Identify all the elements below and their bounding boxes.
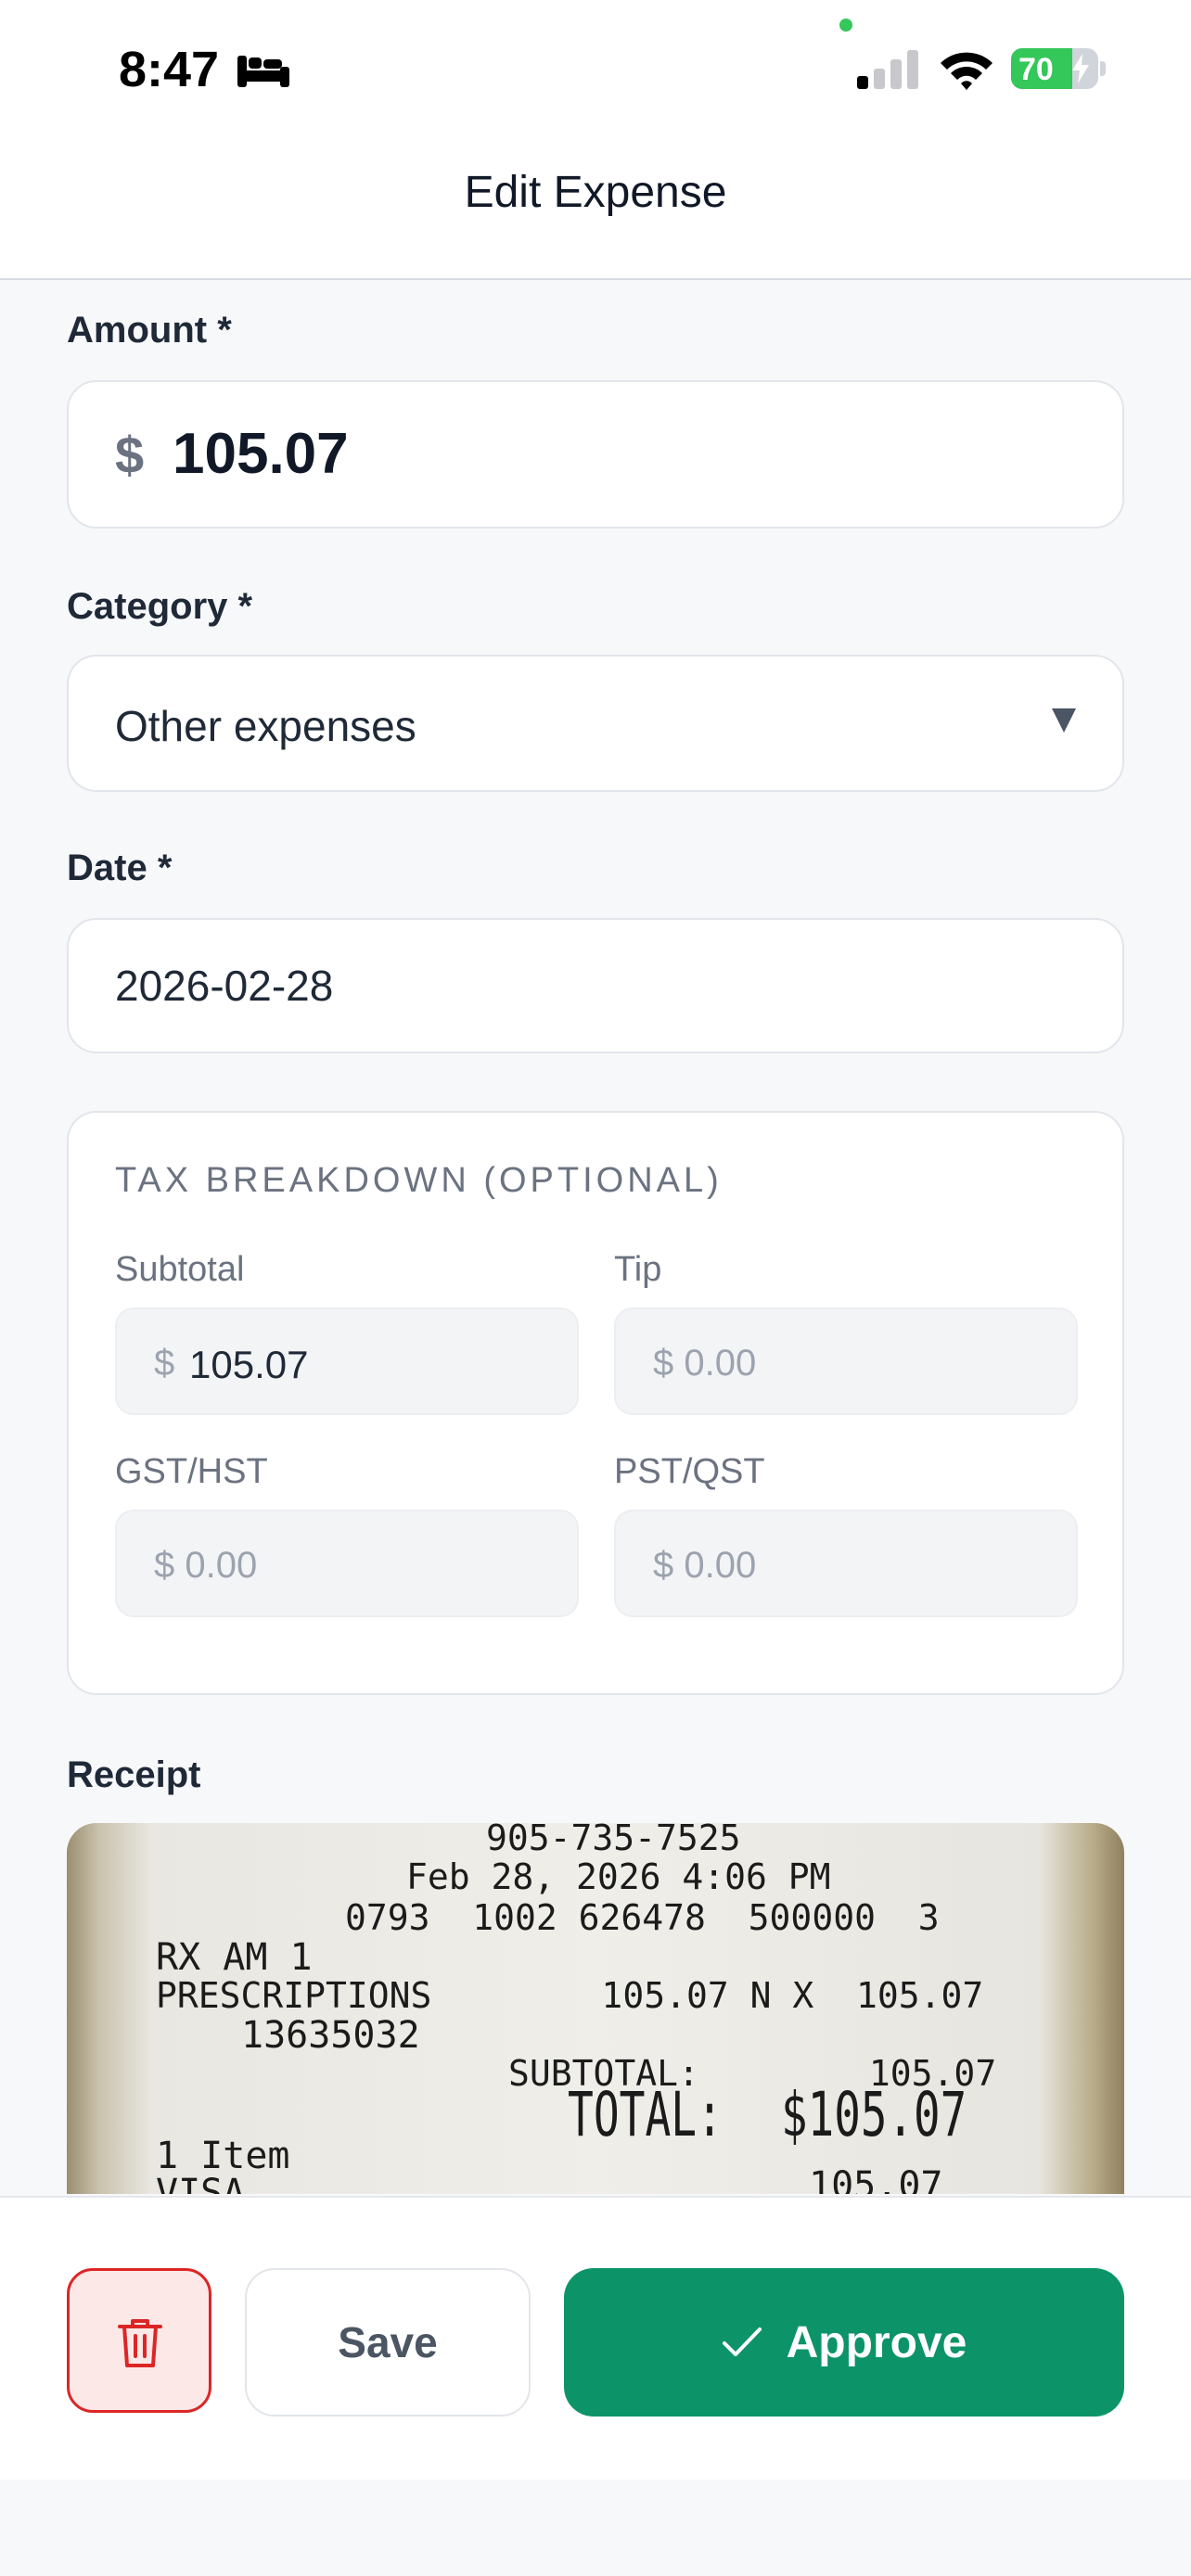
charging-bolt-icon <box>1070 54 1091 88</box>
page-title: Edit Expense <box>464 168 727 217</box>
tax-breakdown-card: TAX BREAKDOWN (OPTIONAL) Subtotal $ 105.… <box>67 1111 1124 1695</box>
receipt-line: 0793 1002 626478 500000 3 <box>345 1897 940 1938</box>
receipt-line: PRESCRIPTIONS 105.07 N X 105.07 <box>156 1975 984 2016</box>
battery-nub <box>1100 61 1106 76</box>
gst-hst-input[interactable]: $ 0.00 <box>115 1510 579 1617</box>
receipt-line: 13635032 <box>241 2014 420 2057</box>
receipt-line: 105.07 <box>809 2164 943 2194</box>
trash-icon <box>118 2319 162 2367</box>
gst-hst-label: GST/HST <box>115 1452 268 1491</box>
subtotal-input[interactable]: $ 105.07 <box>115 1307 579 1415</box>
tax-breakdown-title: TAX BREAKDOWN (OPTIONAL) <box>115 1161 723 1200</box>
tip-input[interactable]: $ 0.00 <box>614 1307 1078 1415</box>
tip-label: Tip <box>614 1250 662 1289</box>
status-bar: 8:47 70 <box>0 0 1191 139</box>
receipt-line: VISA <box>156 2172 246 2194</box>
action-bar: Save Approve <box>0 2196 1191 2480</box>
signal-icon <box>855 48 920 96</box>
receipt-line: TOTAL: <box>568 2079 723 2150</box>
subtotal-currency-symbol: $ <box>154 1343 175 1384</box>
amount-field[interactable]: $ 105.07 <box>67 380 1124 529</box>
receipt-label: Receipt <box>67 1754 201 1795</box>
date-field[interactable]: 2026-02-28 <box>67 918 1124 1053</box>
receipt-line: Feb 28, 2026 4:06 PM <box>406 1856 831 1897</box>
nav-header: Edit Expense <box>0 139 1191 280</box>
battery-level: 70 <box>1018 52 1054 87</box>
status-time: 8:47 <box>119 42 220 97</box>
privacy-indicator <box>839 19 852 32</box>
date-value: 2026-02-28 <box>115 962 334 1010</box>
receipt-line: $105.07 <box>781 2079 967 2150</box>
battery-icon: 70 <box>1011 48 1098 89</box>
receipt-line: RX AM 1 <box>156 1936 313 1979</box>
amount-value: 105.07 <box>173 422 349 486</box>
approve-button[interactable]: Approve <box>564 2268 1124 2417</box>
pst-qst-placeholder: $ 0.00 <box>653 1545 757 1586</box>
receipt-line: 905-735-7525 <box>486 1823 741 1858</box>
category-label: Category * <box>67 586 253 627</box>
wifi-icon <box>937 48 996 96</box>
date-label: Date * <box>67 848 173 888</box>
delete-button[interactable] <box>67 2268 211 2413</box>
receipt-image[interactable]: 905-735-7525 Feb 28, 2026 4:06 PM 0793 1… <box>67 1823 1124 2194</box>
tip-placeholder: $ 0.00 <box>653 1343 757 1384</box>
chevron-down-icon <box>1052 708 1076 733</box>
pst-qst-label: PST/QST <box>614 1452 765 1491</box>
pst-qst-input[interactable]: $ 0.00 <box>614 1510 1078 1617</box>
subtotal-value: 105.07 <box>189 1343 309 1386</box>
gst-hst-placeholder: $ 0.00 <box>154 1545 258 1586</box>
bed-icon <box>236 52 291 94</box>
checkmark-icon <box>722 2327 762 2356</box>
category-selected-value: Other expenses <box>115 702 416 750</box>
category-select[interactable]: Other expenses <box>67 655 1124 792</box>
approve-label: Approve <box>786 2317 967 2367</box>
subtotal-label: Subtotal <box>115 1250 245 1289</box>
amount-label: Amount * <box>67 310 232 351</box>
amount-currency-symbol: $ <box>115 426 145 484</box>
save-button[interactable]: Save <box>245 2268 531 2417</box>
